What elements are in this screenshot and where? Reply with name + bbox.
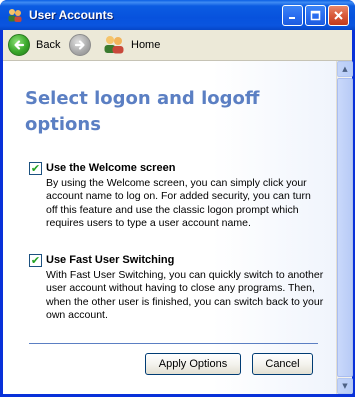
window-client-area: Back Home ▲ ▼ Select logon and logoff op…	[3, 30, 353, 394]
welcome-screen-option: ✔ Use the Welcome screen By using the We…	[29, 161, 324, 231]
apply-options-button[interactable]: Apply Options	[145, 353, 241, 375]
fast-user-switching-label[interactable]: Use Fast User Switching	[46, 254, 174, 266]
title-bar[interactable]: User Accounts	[0, 0, 355, 30]
back-button[interactable]: Back	[8, 34, 60, 56]
welcome-screen-checkbox[interactable]: ✔	[29, 161, 42, 175]
user-accounts-window: User Accounts Back Home ▲ ▼ Select logon…	[0, 0, 355, 397]
scroll-up-icon[interactable]: ▲	[337, 61, 353, 77]
home-button[interactable]: Home	[103, 34, 160, 56]
welcome-screen-description: By using the Welcome screen, you can sim…	[46, 177, 311, 230]
fast-user-switching-checkbox[interactable]: ✔	[29, 253, 42, 267]
cancel-button[interactable]: Cancel	[252, 353, 313, 375]
back-label: Back	[36, 39, 61, 51]
forward-arrow-icon	[69, 34, 91, 56]
minimize-button[interactable]	[282, 5, 303, 26]
fast-user-switching-description: With Fast User Switching, you can quickl…	[46, 269, 324, 322]
welcome-screen-label[interactable]: Use the Welcome screen	[46, 162, 175, 174]
scroll-thumb[interactable]	[337, 78, 353, 377]
divider	[29, 343, 318, 344]
navigation-toolbar: Back Home	[3, 30, 352, 61]
fast-user-switching-option: ✔ Use Fast User Switching With Fast User…	[29, 253, 324, 323]
scroll-down-icon[interactable]: ▼	[337, 378, 353, 394]
forward-button[interactable]	[69, 34, 91, 56]
user-accounts-home-icon	[103, 34, 125, 57]
user-accounts-icon	[7, 7, 23, 23]
close-button[interactable]	[328, 5, 349, 26]
page-title: Select logon and logoff options	[25, 88, 260, 135]
window-title: User Accounts	[29, 8, 114, 22]
back-arrow-icon	[8, 34, 30, 56]
maximize-button[interactable]	[305, 5, 326, 26]
vertical-scrollbar[interactable]: ▲ ▼	[336, 61, 353, 394]
home-label: Home	[131, 39, 161, 51]
